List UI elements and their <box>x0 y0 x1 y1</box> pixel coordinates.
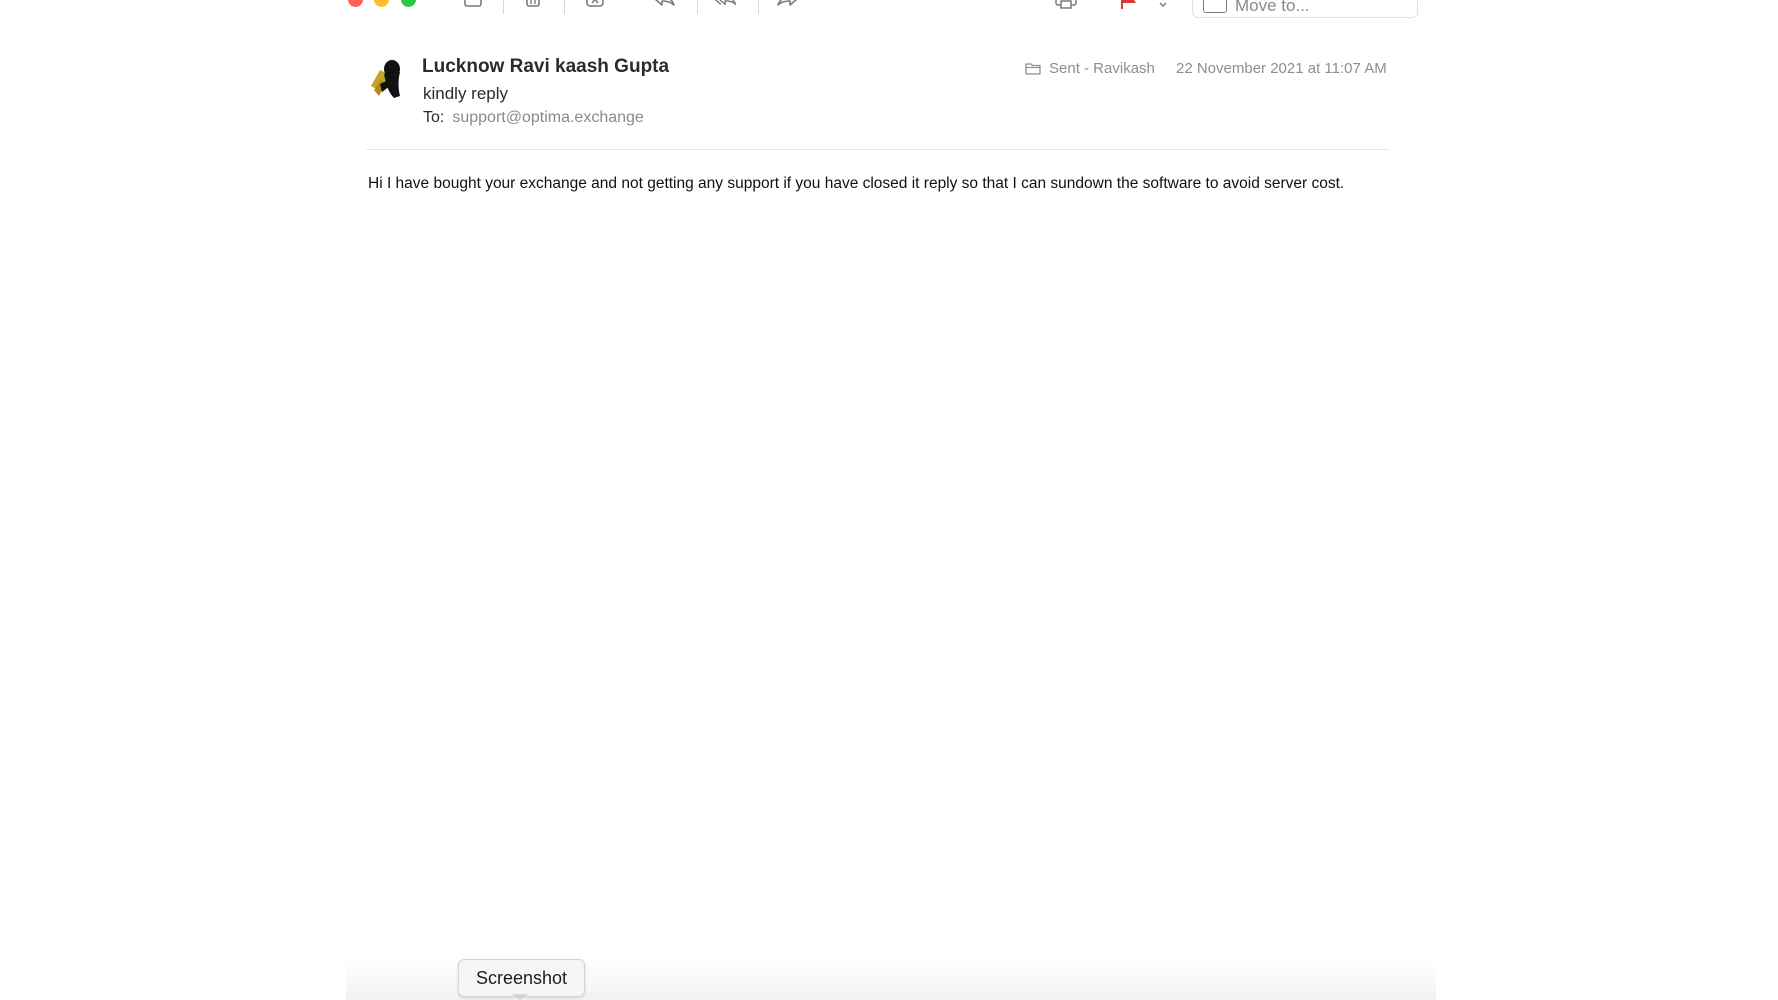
tooltip-pointer <box>512 994 528 1000</box>
message-subject: kindly reply <box>423 84 509 103</box>
print-icon[interactable] <box>1053 0 1079 10</box>
sender-avatar <box>368 58 406 102</box>
toolbar-divider <box>758 0 759 14</box>
toolbar-divider <box>697 0 698 14</box>
toolbar-divider <box>503 0 504 14</box>
close-window-button[interactable] <box>348 0 363 7</box>
recipient-address[interactable]: support@optima.exchange <box>452 109 643 126</box>
message-date: 22 November 2021 at 11:07 AM <box>1176 60 1387 77</box>
flag-menu-chevron-icon[interactable] <box>1155 0 1171 10</box>
reply-icon[interactable] <box>652 0 678 10</box>
reply-all-icon[interactable] <box>713 0 739 10</box>
move-to-mailbox-field[interactable]: Move to... <box>1192 0 1418 18</box>
sender-name[interactable]: Lucknow Ravi kaash Gupta <box>422 56 669 78</box>
message-body: Hi I have bought your exchange and not g… <box>368 175 1345 192</box>
trash-icon[interactable] <box>520 0 546 10</box>
mailbox-icon <box>1203 0 1227 13</box>
flag-icon[interactable] <box>1116 0 1142 10</box>
mailbox-location: Sent - Ravikash <box>1025 60 1155 77</box>
minimize-window-button[interactable] <box>374 0 389 7</box>
to-label: To: <box>423 109 445 126</box>
junk-icon[interactable] <box>582 0 608 10</box>
forward-icon[interactable] <box>774 0 800 10</box>
zoom-window-button[interactable] <box>401 0 416 7</box>
move-to-placeholder: Move to... <box>1235 0 1310 15</box>
screenshot-tooltip: Screenshot <box>458 959 586 997</box>
mailbox-name: Sent - Ravikash <box>1049 60 1155 77</box>
toolbar: Move to... <box>0 0 1778 18</box>
recipient-row: To: support@optima.exchange <box>423 109 644 127</box>
toolbar-divider <box>564 0 565 14</box>
folder-icon <box>1025 62 1041 75</box>
archive-icon[interactable] <box>460 0 486 10</box>
header-divider <box>366 149 1390 150</box>
